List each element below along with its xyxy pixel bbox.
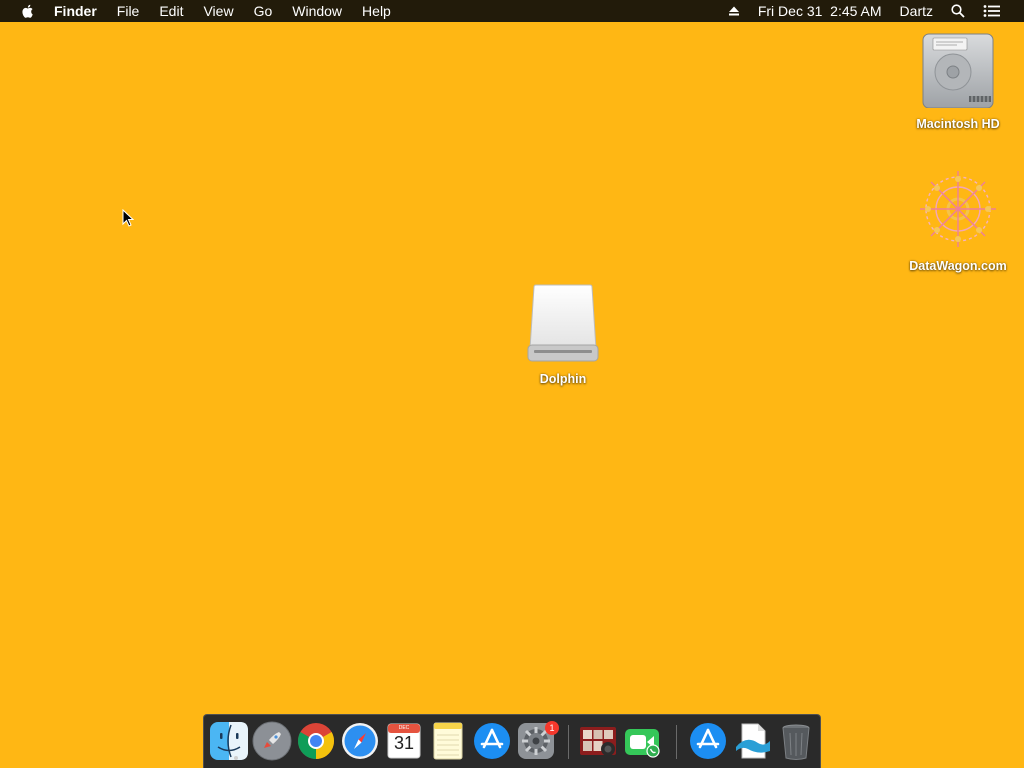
mandala-network-icon xyxy=(920,171,996,247)
calendar-month: DEC xyxy=(398,725,410,731)
spotlight-search-icon xyxy=(951,4,965,18)
dock-item-chrome[interactable] xyxy=(296,721,336,761)
eject-icon xyxy=(728,6,739,16)
notification-center-icon xyxy=(983,5,1000,17)
spotlight-button[interactable] xyxy=(942,4,974,18)
mouse-pointer-icon xyxy=(122,209,134,227)
trash-icon xyxy=(782,724,810,760)
dock-item-app-store-downloads[interactable] xyxy=(688,721,728,761)
menu-bar: Finder File Edit View Go Window Help Fri… xyxy=(0,0,1024,22)
desktop-icon-label: DataWagon.com xyxy=(909,259,1007,273)
notes-icon xyxy=(433,722,463,760)
external-drive-icon xyxy=(527,284,599,362)
dock-item-document-viewer[interactable] xyxy=(732,721,772,761)
menu-file[interactable]: File xyxy=(107,0,150,22)
desktop-icon-macintosh-hd[interactable]: Macintosh HD xyxy=(908,30,1008,131)
dock-item-trash[interactable] xyxy=(776,721,816,761)
launchpad-rocket-icon xyxy=(252,721,292,761)
dock-item-system-preferences[interactable]: 1 xyxy=(516,721,559,761)
dock-item-finder[interactable] xyxy=(209,721,249,761)
desktop-icon-datawagon[interactable]: DataWagon.com xyxy=(898,168,1018,273)
calendar-day: 31 xyxy=(393,733,415,753)
notification-badge: 1 xyxy=(545,721,559,735)
dock: DEC 31 1 xyxy=(203,714,821,768)
dock-item-notes[interactable] xyxy=(428,721,468,761)
menu-view[interactable]: View xyxy=(193,0,243,22)
dock-separator xyxy=(676,725,677,759)
menu-window[interactable]: Window xyxy=(282,0,352,22)
desktop-icon-dolphin[interactable]: Dolphin xyxy=(513,283,613,386)
facetime-icon xyxy=(625,729,660,758)
menu-edit[interactable]: Edit xyxy=(149,0,193,22)
safari-compass-icon xyxy=(342,723,378,759)
notification-center-button[interactable] xyxy=(974,4,1010,18)
hard-drive-icon xyxy=(922,33,994,109)
app-store-icon xyxy=(690,723,726,759)
chrome-icon xyxy=(297,723,335,759)
dock-item-launchpad[interactable] xyxy=(252,721,292,761)
dock-item-app-store[interactable] xyxy=(472,721,512,761)
menu-go[interactable]: Go xyxy=(244,0,283,22)
running-indicator xyxy=(234,756,238,760)
finder-icon xyxy=(210,722,248,760)
photo-booth-icon xyxy=(580,727,616,756)
eject-menu-extra[interactable] xyxy=(719,5,749,17)
document-wave-icon xyxy=(736,723,770,759)
menu-app-finder[interactable]: Finder xyxy=(54,0,107,22)
dock-item-facetime[interactable] xyxy=(622,721,662,761)
dock-separator xyxy=(568,725,569,759)
app-store-icon xyxy=(474,723,510,759)
menu-help[interactable]: Help xyxy=(352,0,401,22)
clock[interactable]: Fri Dec 31 2:45 AM xyxy=(749,0,891,22)
desktop-icon-label: Macintosh HD xyxy=(916,117,1000,131)
dock-item-calendar[interactable]: DEC 31 xyxy=(384,721,424,761)
dock-item-safari[interactable] xyxy=(340,721,380,761)
apple-logo-icon[interactable] xyxy=(20,3,36,19)
user-menu[interactable]: Dartz xyxy=(891,0,942,22)
desktop-icon-label: Dolphin xyxy=(539,372,587,386)
dock-item-photo-booth[interactable] xyxy=(578,721,618,761)
